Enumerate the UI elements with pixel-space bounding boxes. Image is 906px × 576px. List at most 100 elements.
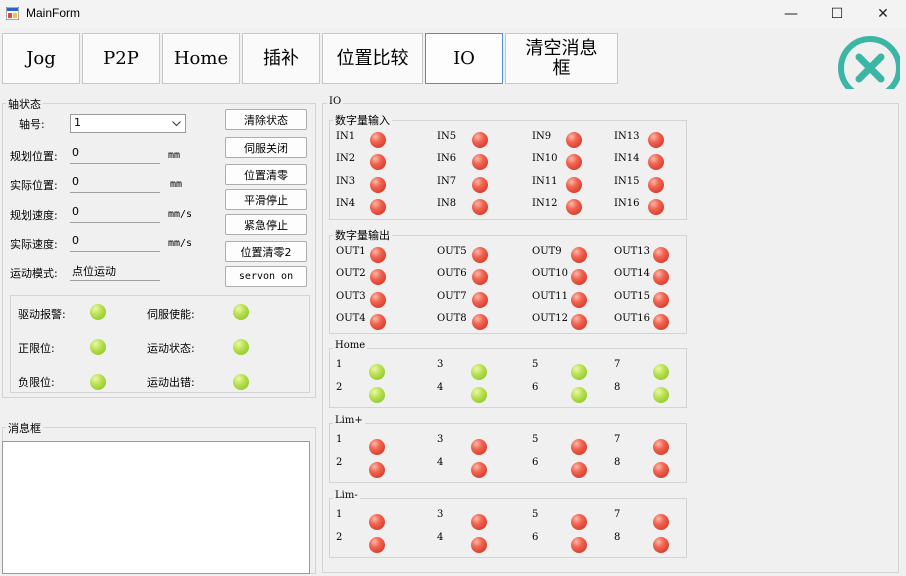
digital-input-led <box>566 199 582 215</box>
tab-io[interactable]: IO <box>425 33 503 84</box>
limit-minus-label: 7 <box>614 509 621 520</box>
limit-minus-led <box>471 537 487 553</box>
planned-speed-field[interactable]: 0 <box>70 204 160 223</box>
home-led <box>369 364 385 380</box>
digital-output-led <box>472 269 488 285</box>
digital-output-label: OUT12 <box>532 313 569 324</box>
home-led <box>369 387 385 403</box>
minimize-icon: — <box>784 6 798 22</box>
message-textbox[interactable] <box>2 441 310 574</box>
digital-input-led <box>370 132 386 148</box>
servo-enable-label: 伺服使能: <box>147 308 195 321</box>
zero-position-2-button[interactable]: 位置清零2 <box>225 241 307 262</box>
limit-minus-label: 4 <box>437 532 444 543</box>
digital-input-title: 数字量输入 <box>333 112 392 128</box>
digital-input-label: IN4 <box>336 198 356 209</box>
motion-mode-label: 运动模式: <box>10 267 58 280</box>
home-led <box>471 364 487 380</box>
actual-position-label: 实际位置: <box>10 179 58 192</box>
motion-mode-field[interactable]: 点位运动 <box>70 262 160 281</box>
minimize-button[interactable]: — <box>768 0 814 28</box>
limit-plus-title: Lim+ <box>333 415 365 426</box>
planned-speed-label: 规划速度: <box>10 209 58 222</box>
actual-speed-field[interactable]: 0 <box>70 233 160 252</box>
digital-output-label: OUT4 <box>336 313 366 324</box>
axis-status-title: 轴状态 <box>6 96 43 112</box>
digital-input-led <box>566 177 582 193</box>
digital-output-label: OUT5 <box>437 246 467 257</box>
positive-limit-led <box>90 339 106 355</box>
limit-plus-led <box>571 439 587 455</box>
digital-output-led <box>653 269 669 285</box>
digital-input-label: IN6 <box>437 153 457 164</box>
digital-output-label: OUT6 <box>437 268 467 279</box>
digital-output-led <box>653 292 669 308</box>
limit-minus-led <box>653 514 669 530</box>
limit-plus-led <box>471 439 487 455</box>
digital-input-led <box>648 199 664 215</box>
digital-input-led <box>472 177 488 193</box>
servo-off-button[interactable]: 伺服关闭 <box>225 137 307 158</box>
drive-alarm-label: 驱动报警: <box>18 308 66 321</box>
limit-plus-label: 1 <box>336 434 343 445</box>
home-label: 6 <box>532 382 539 393</box>
limit-minus-led <box>571 514 587 530</box>
digital-output-label: OUT3 <box>336 291 366 302</box>
limit-plus-led <box>571 462 587 478</box>
emergency-stop-button[interactable]: 紧急停止 <box>225 214 307 235</box>
limit-minus-label: 2 <box>336 532 343 543</box>
positive-limit-label: 正限位: <box>18 342 55 355</box>
tab-home[interactable]: Home <box>162 33 240 84</box>
limit-minus-label: 3 <box>437 509 444 520</box>
drive-alarm-led <box>90 304 106 320</box>
limit-minus-led <box>369 537 385 553</box>
axis-number-select[interactable]: 1 <box>70 114 186 133</box>
digital-output-led <box>571 314 587 330</box>
digital-input-label: IN9 <box>532 131 552 142</box>
smooth-stop-button[interactable]: 平滑停止 <box>225 189 307 210</box>
digital-input-led <box>648 132 664 148</box>
limit-plus-label: 8 <box>614 457 621 468</box>
digital-output-label: OUT16 <box>614 313 651 324</box>
tab-position-compare[interactable]: 位置比较 <box>322 33 423 84</box>
maximize-icon: ☐ <box>830 6 844 22</box>
planned-position-label: 规划位置: <box>10 150 58 163</box>
limit-minus-label: 6 <box>532 532 539 543</box>
app-icon <box>6 7 19 20</box>
digital-input-led <box>472 154 488 170</box>
negative-limit-label: 负限位: <box>18 376 55 389</box>
actual-position-field[interactable]: 0 <box>70 174 160 193</box>
digital-input-label: IN10 <box>532 153 558 164</box>
digital-output-label: OUT14 <box>614 268 651 279</box>
digital-input-led <box>370 154 386 170</box>
digital-output-label: OUT11 <box>532 291 569 302</box>
digital-output-label: OUT7 <box>437 291 467 302</box>
tab-interpolation[interactable]: 插补 <box>242 33 320 84</box>
clear-message-button[interactable]: 清空消息框 <box>505 33 618 84</box>
motion-state-led <box>233 339 249 355</box>
planned-position-field[interactable]: 0 <box>70 145 160 164</box>
digital-input-led <box>648 177 664 193</box>
tab-jog[interactable]: Jog <box>2 33 80 84</box>
digital-input-label: IN7 <box>437 176 457 187</box>
tab-p2p[interactable]: P2P <box>82 33 160 84</box>
home-label: 2 <box>336 382 343 393</box>
limit-plus-led <box>369 462 385 478</box>
maximize-button[interactable]: ☐ <box>814 0 860 28</box>
servo-on-button[interactable]: servon on <box>225 266 307 287</box>
digital-input-label: IN15 <box>614 176 640 187</box>
digital-input-led <box>370 177 386 193</box>
limit-minus-led <box>653 537 669 553</box>
limit-plus-led <box>369 439 385 455</box>
digital-output-led <box>571 269 587 285</box>
home-led <box>471 387 487 403</box>
close-circle-icon[interactable] <box>834 36 900 90</box>
close-window-button[interactable]: ✕ <box>860 0 906 28</box>
home-title: Home <box>333 340 368 351</box>
limit-plus-label: 5 <box>532 434 539 445</box>
zero-position-button[interactable]: 位置清零 <box>225 164 307 185</box>
digital-output-label: OUT13 <box>614 246 651 257</box>
digital-output-led <box>571 292 587 308</box>
clear-status-button[interactable]: 清除状态 <box>225 109 307 130</box>
digital-output-led <box>653 247 669 263</box>
